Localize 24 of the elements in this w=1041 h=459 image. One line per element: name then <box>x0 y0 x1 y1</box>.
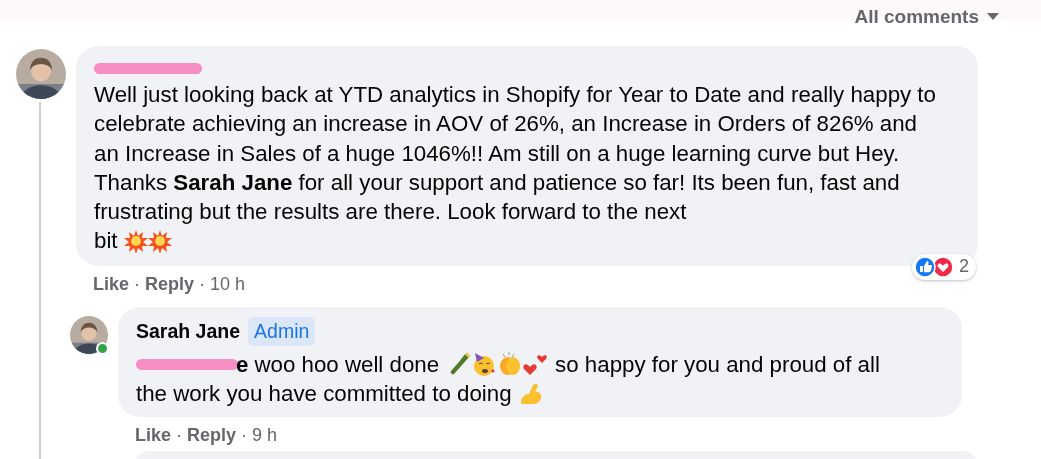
reaction-count: 2 <box>959 256 969 278</box>
comment-action[interactable]: Reply <box>187 425 237 447</box>
comment-time[interactable]: 10 h <box>210 273 246 295</box>
author-name[interactable]: Sarah Jane <box>136 319 241 343</box>
comment-text: the work you have committed to doing <box>136 380 512 409</box>
caret-icon <box>987 13 999 21</box>
separator-dot: · <box>134 273 141 295</box>
reactions-pill[interactable]: 2 <box>912 253 976 280</box>
comment-text: so happy for you and proud of all <box>555 350 880 379</box>
comment-action[interactable]: Reply <box>145 273 195 295</box>
reaction-icons <box>914 255 954 278</box>
comment-time[interactable]: 9 h <box>252 425 278 447</box>
comment-text: woo hoo well done <box>254 350 440 379</box>
separator-dot: · <box>199 273 206 295</box>
separator-dot: · <box>176 425 183 447</box>
separator-dot: · <box>241 425 248 447</box>
sort-dropdown[interactable]: All comments <box>854 6 979 28</box>
collision-icon <box>147 229 172 254</box>
collision-icon <box>123 229 148 254</box>
comment-action[interactable]: Like <box>135 425 172 447</box>
comment-text: bit <box>94 227 118 256</box>
comment-action[interactable]: Like <box>93 273 130 295</box>
admin-badge: Admin <box>248 316 316 346</box>
mention-link[interactable]: e <box>236 349 249 380</box>
